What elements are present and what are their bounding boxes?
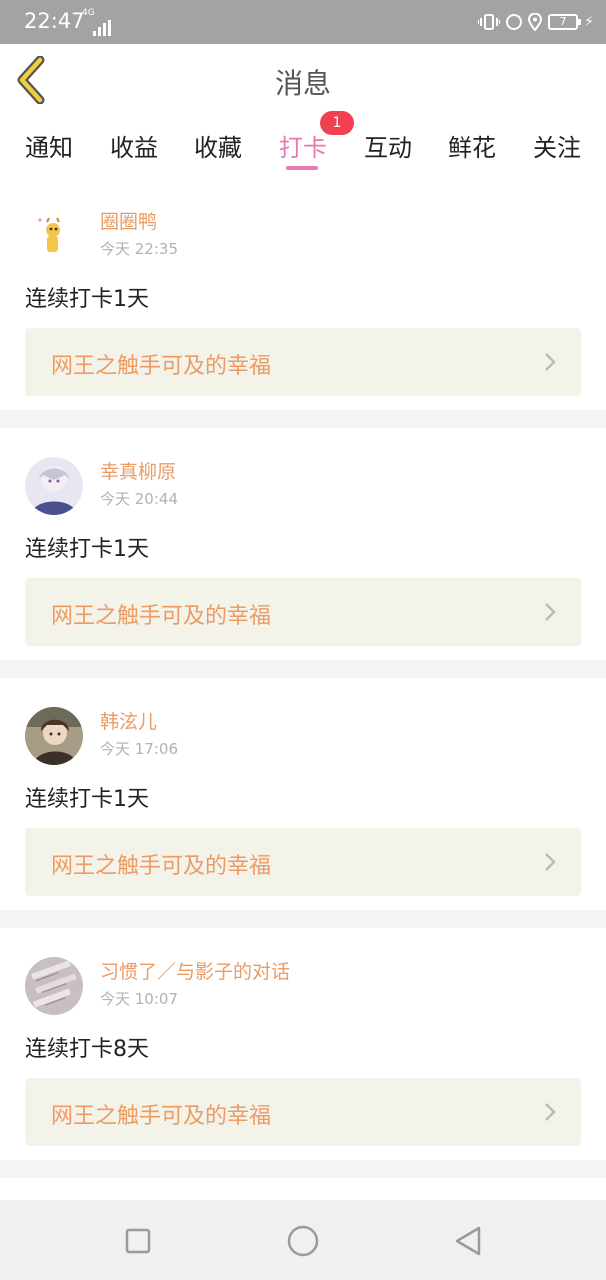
timestamp: 今天 10:07 <box>100 990 178 1008</box>
sender-name[interactable]: 韩泫儿 <box>100 707 157 734</box>
list-item: 圈圈鸭 今天 22:35 连续打卡1天 网王之触手可及的幸福 <box>0 182 606 412</box>
message-text: 连续打卡1天 <box>25 287 149 312</box>
system-nav-bar <box>0 1200 606 1280</box>
timestamp: 今天 22:35 <box>100 240 178 258</box>
tab-interactions[interactable]: 互动 <box>364 128 412 163</box>
location-icon <box>528 13 543 31</box>
chevron-right-icon <box>545 603 556 621</box>
divider <box>0 410 606 428</box>
sender-name[interactable]: 习惯了／与影子的对话 <box>100 957 290 984</box>
avatar[interactable] <box>25 207 83 265</box>
story-title: 网王之触手可及的幸福 <box>51 604 272 629</box>
tab-earnings[interactable]: 收益 <box>110 128 158 163</box>
timestamp: 今天 20:44 <box>100 490 178 508</box>
tab-favorites[interactable]: 收藏 <box>194 128 242 163</box>
story-link[interactable]: 网王之触手可及的幸福 <box>25 578 581 646</box>
tab-checkin-badge: 1 <box>320 111 354 135</box>
tab-bar: 通知 收益 收藏 打卡 1 互动 鲜花 关注 <box>0 111 606 178</box>
list-item: 韩泫儿 今天 17:06 连续打卡1天 网王之触手可及的幸福 <box>0 682 606 912</box>
story-title: 网王之触手可及的幸福 <box>51 354 272 379</box>
avatar[interactable] <box>25 707 83 765</box>
status-bar: 22:47 4G 7 ⚡ <box>0 0 606 44</box>
message-text: 连续打卡1天 <box>25 537 149 562</box>
header: 消息 <box>0 44 606 120</box>
battery-level: 7 <box>559 15 567 28</box>
chevron-right-icon <box>545 353 556 371</box>
page-title: 消息 <box>274 67 331 100</box>
list-item: 幸真柳原 今天 20:44 连续打卡1天 网王之触手可及的幸福 <box>0 432 606 662</box>
divider <box>0 660 606 678</box>
story-link[interactable]: 网王之触手可及的幸福 <box>25 328 581 396</box>
message-text: 连续打卡1天 <box>25 787 149 812</box>
tab-flowers[interactable]: 鲜花 <box>448 128 496 163</box>
sender-name[interactable]: 圈圈鸭 <box>100 207 157 234</box>
story-link[interactable]: 网王之触手可及的幸福 <box>25 828 581 896</box>
tab-notifications[interactable]: 通知 <box>25 128 73 163</box>
chevron-right-icon <box>545 853 556 871</box>
timestamp: 今天 17:06 <box>100 740 178 758</box>
triangle-left-icon[interactable] <box>451 1224 485 1258</box>
story-link[interactable]: 网王之触手可及的幸福 <box>25 1078 581 1146</box>
charging-icon: ⚡ <box>584 14 594 30</box>
avatar[interactable] <box>25 957 83 1015</box>
story-title: 网王之触手可及的幸福 <box>51 1104 272 1129</box>
active-tab-indicator <box>286 166 318 170</box>
circle-icon[interactable] <box>286 1224 320 1258</box>
message-text: 连续打卡8天 <box>25 1037 149 1062</box>
network-type: 4G <box>82 8 95 18</box>
sender-name[interactable]: 幸真柳原 <box>100 457 176 484</box>
chevron-right-icon <box>545 1103 556 1121</box>
status-time: 22:47 <box>24 9 85 33</box>
square-icon[interactable] <box>121 1224 155 1258</box>
tab-following[interactable]: 关注 <box>533 128 581 163</box>
story-title: 网王之触手可及的幸福 <box>51 854 272 879</box>
vibrate-icon <box>478 14 501 30</box>
battery-icon: 7 <box>548 14 582 30</box>
signal-icon <box>93 20 111 36</box>
lock-rotation-icon <box>506 14 523 30</box>
divider <box>0 1160 606 1178</box>
tab-checkin[interactable]: 打卡 <box>279 128 327 163</box>
avatar[interactable] <box>25 457 83 515</box>
list-item: 习惯了／与影子的对话 今天 10:07 连续打卡8天 网王之触手可及的幸福 <box>0 932 606 1162</box>
divider <box>0 910 606 928</box>
